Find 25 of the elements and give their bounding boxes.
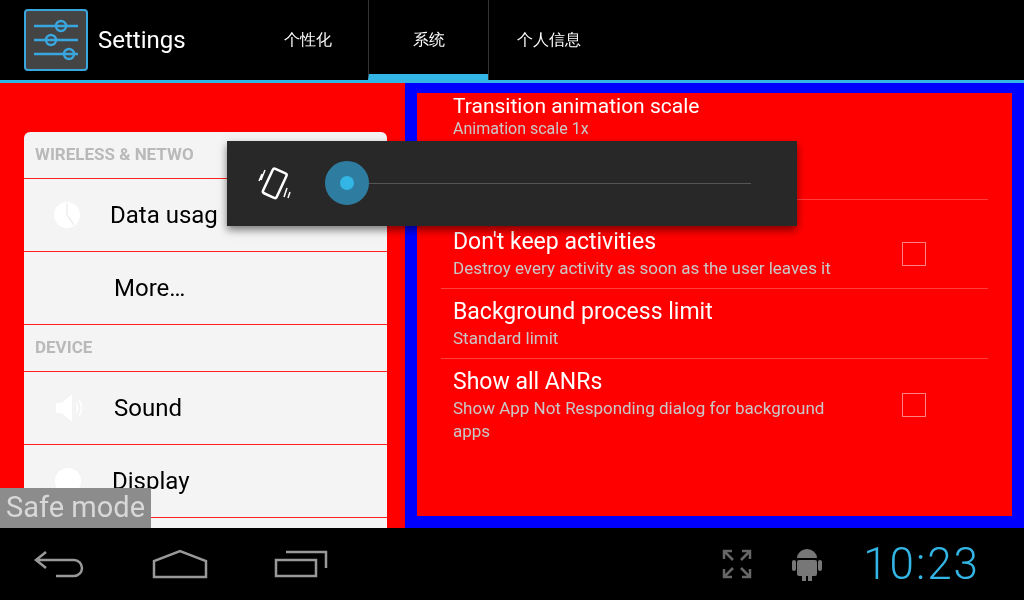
settings-list-item[interactable]: Sound	[24, 372, 387, 445]
slider-thumb[interactable]	[325, 161, 369, 205]
android-icon	[791, 546, 824, 582]
checkbox[interactable]	[902, 241, 926, 266]
expand-icon[interactable]	[721, 548, 754, 580]
setting-title: Show all ANRs	[453, 367, 604, 397]
section-header: WIRELESS & NETWO	[35, 143, 194, 167]
setting-title: Background process limit	[453, 297, 714, 327]
checkbox[interactable]	[902, 393, 926, 417]
section-header: DEVICE	[35, 336, 93, 360]
setting-title: Transition animation scale	[453, 93, 701, 119]
clock: 10:23	[863, 537, 980, 592]
tab[interactable]: 个性化	[248, 0, 368, 80]
home-icon[interactable]	[152, 549, 208, 579]
settings-list-item[interactable]: More…	[24, 252, 387, 325]
setting-title: Don't keep activities	[453, 227, 658, 257]
back-icon[interactable]	[34, 550, 86, 578]
setting-summary: Standard limit	[453, 327, 560, 350]
setting-summary: Animation scale 1x	[453, 119, 590, 139]
app-title: Settings	[98, 25, 187, 56]
safe-mode-label: Safe mode	[0, 488, 151, 528]
setting-summary: Destroy every activity as soon as the user leaves it	[453, 257, 832, 280]
setting-summary: Show App Not Responding dialog for background apps	[453, 397, 826, 443]
recent-apps-icon[interactable]	[274, 550, 328, 578]
settings-app-icon	[24, 9, 88, 71]
